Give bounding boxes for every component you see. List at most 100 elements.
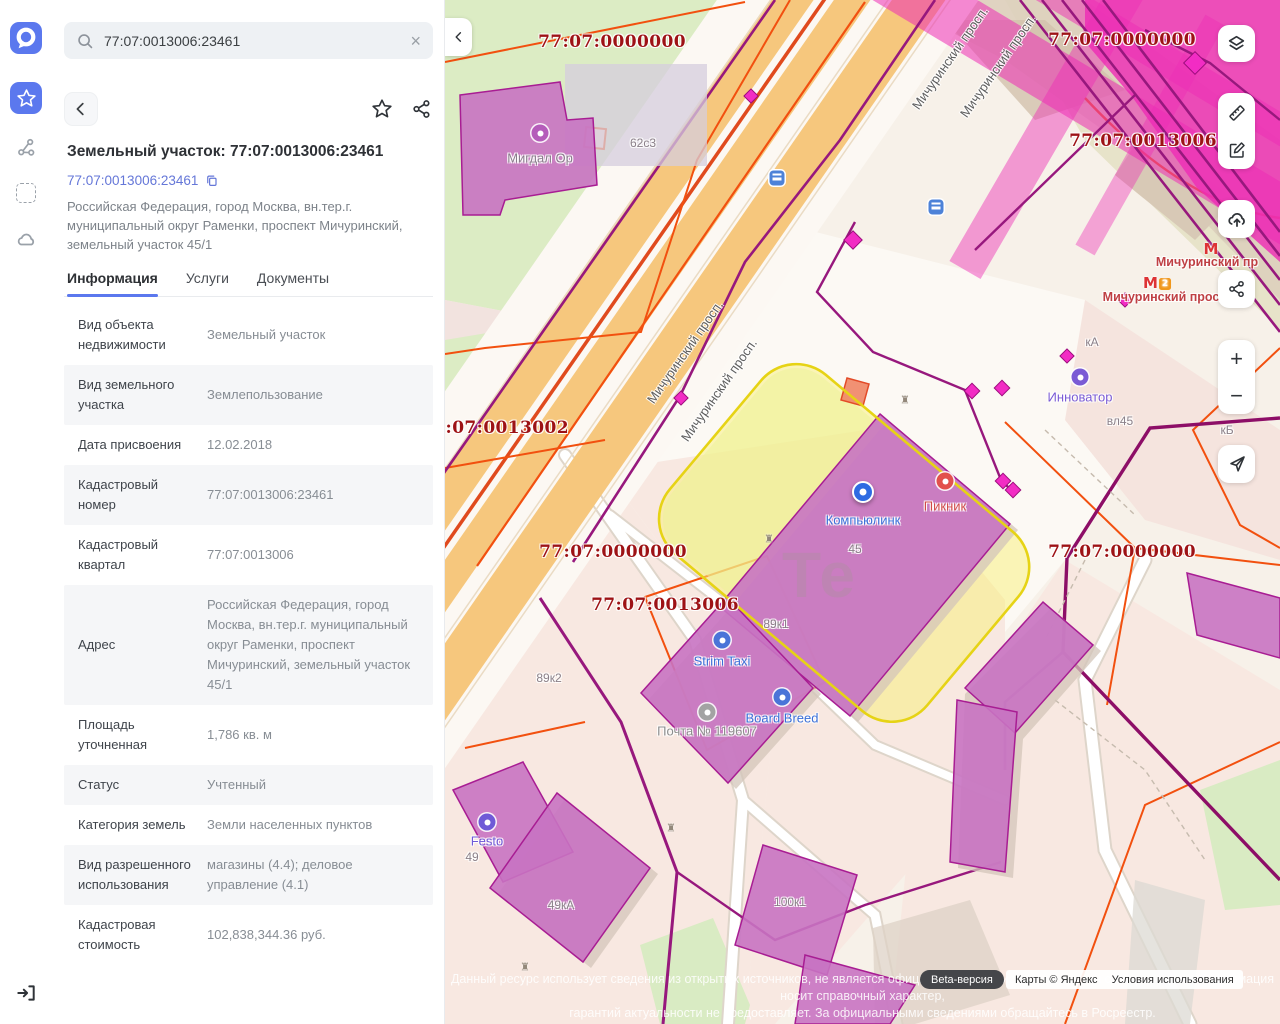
- row-label: Вид объекта недвижимости: [78, 315, 193, 355]
- metro-icon[interactable]: М: [1204, 240, 1219, 258]
- row-value: 12.02.2018: [207, 435, 421, 455]
- map-attribution: Карты © Яндекс Условия использования: [1006, 970, 1243, 989]
- draw-button[interactable]: [1218, 131, 1255, 168]
- zoom-in-button[interactable]: +: [1218, 340, 1255, 377]
- poi-icon[interactable]: [714, 632, 731, 649]
- exit-icon: [15, 982, 37, 1004]
- sidebar-item-area-select[interactable]: [13, 180, 39, 206]
- row-value: 77:07:0013006: [207, 545, 421, 565]
- terms-of-use-link[interactable]: Условия использования: [1112, 974, 1234, 986]
- map-graphics: [445, 0, 1280, 1024]
- cadastral-number-link[interactable]: 77:07:0013006:23461: [64, 173, 433, 188]
- map-copyright: Карты © Яндекс: [1015, 974, 1098, 986]
- page-title: Земельный участок: 77:07:0013006:23461: [64, 143, 433, 161]
- zoom-out-button[interactable]: −: [1218, 377, 1255, 414]
- row-label: Площадь уточненная: [78, 715, 193, 755]
- plus-icon: +: [1230, 348, 1243, 370]
- poi-icon[interactable]: [774, 689, 791, 706]
- search-icon: [76, 32, 94, 50]
- row-label: Статус: [78, 775, 193, 795]
- map-canvas[interactable]: 77:07:000000077:07:000000077:07:00130067…: [445, 0, 1280, 1024]
- row-value: Землепользование: [207, 385, 421, 405]
- exit-button[interactable]: [11, 978, 41, 1008]
- measure-button[interactable]: [1218, 94, 1255, 131]
- selected-poi-pin-icon[interactable]: [852, 481, 874, 503]
- left-icon-rail: [0, 0, 52, 1024]
- sidebar-item-favorites[interactable]: [10, 82, 42, 114]
- table-row: Кадастровый номер 77:07:0013006:23461: [64, 465, 433, 525]
- row-label: Кадастровый квартал: [78, 535, 193, 575]
- row-value: магазины (4.4); деловое управление (4.1): [207, 855, 421, 895]
- map-share-button[interactable]: [1218, 270, 1255, 308]
- object-address: Российская Федерация, город Москва, вн.т…: [64, 197, 416, 254]
- poi-icon[interactable]: [532, 125, 549, 142]
- poi-icon[interactable]: [699, 704, 716, 721]
- chevron-left-icon: [72, 100, 90, 118]
- back-button[interactable]: [64, 92, 98, 126]
- detail-tabs: Информация Услуги Документы: [64, 270, 433, 297]
- star-icon: [18, 90, 35, 106]
- chevron-left-icon: [452, 30, 466, 44]
- info-table: Вид объекта недвижимости Земельный участо…: [64, 305, 433, 965]
- row-value: Учтенный: [207, 775, 421, 795]
- table-row: Категория земель Земли населенных пунктов: [64, 805, 433, 845]
- row-label: Вид земельного участка: [78, 375, 193, 415]
- graph-share-icon: [16, 137, 37, 158]
- collapse-panel-button[interactable]: [445, 18, 472, 56]
- app-window: 77:07:0013006:23461 × Земельный участок:…: [0, 0, 1280, 1024]
- table-row: Дата присвоения 12.02.2018: [64, 425, 433, 465]
- row-label: Категория земель: [78, 815, 193, 835]
- table-row: Статус Учтенный: [64, 765, 433, 805]
- detail-panel: 77:07:0013006:23461 × Земельный участок:…: [52, 0, 445, 1024]
- area-select-icon: [16, 183, 36, 203]
- cloud-icon: [15, 228, 37, 250]
- edit-icon: [1227, 140, 1247, 160]
- layers-button[interactable]: [1218, 25, 1255, 62]
- poi-icon[interactable]: [937, 473, 954, 490]
- sidebar-item-graph[interactable]: [13, 134, 39, 160]
- locate-button[interactable]: [1218, 445, 1255, 483]
- app-logo-icon[interactable]: [10, 22, 42, 54]
- search-value: 77:07:0013006:23461: [104, 33, 410, 49]
- cadastral-number-text: 77:07:0013006:23461: [67, 173, 198, 188]
- table-row: Кадастровый квартал 77:07:0013006: [64, 525, 433, 585]
- row-value: Земли населенных пунктов: [207, 815, 421, 835]
- table-row: Вид объекта недвижимости Земельный участо…: [64, 305, 433, 365]
- bus-stop-icon[interactable]: [929, 200, 944, 215]
- upload-button[interactable]: [1218, 200, 1255, 238]
- sidebar-item-cloud[interactable]: [13, 226, 39, 252]
- minus-icon: −: [1230, 385, 1243, 407]
- tab-services[interactable]: Услуги: [186, 270, 229, 296]
- table-row: Вид разрешенного использования магазины (…: [64, 845, 433, 905]
- row-label: Вид разрешенного использования: [78, 855, 193, 895]
- copy-icon[interactable]: [204, 173, 219, 188]
- metro-icon[interactable]: М2: [1143, 274, 1171, 292]
- cloud-upload-icon: [1226, 208, 1248, 230]
- navigation-arrow-icon: [1227, 454, 1247, 474]
- row-value: Российская Федерация, город Москва, вн.т…: [207, 595, 421, 695]
- clear-search-icon[interactable]: ×: [410, 32, 421, 50]
- detail-toolbar: [64, 92, 433, 126]
- layers-icon: [1226, 33, 1247, 54]
- row-label: Дата присвоения: [78, 435, 193, 455]
- tools-group: [1218, 93, 1255, 169]
- row-label: Кадастровый номер: [78, 475, 193, 515]
- row-value: Земельный участок: [207, 325, 421, 345]
- tab-information[interactable]: Информация: [67, 270, 158, 296]
- favorite-button[interactable]: [371, 98, 393, 120]
- beta-badge: Beta-версия: [920, 970, 1004, 989]
- search-input[interactable]: 77:07:0013006:23461 ×: [64, 22, 433, 59]
- table-row: Кадастровая стоимость102,838,344.36 руб.: [64, 905, 433, 965]
- zoom-control: + −: [1218, 340, 1255, 414]
- row-value: 77:07:0013006:23461: [207, 485, 421, 505]
- metro-line-badge: 2: [1159, 278, 1171, 290]
- table-row: Вид земельного участка Землепользование: [64, 365, 433, 425]
- bus-stop-icon[interactable]: [770, 171, 785, 186]
- tab-documents[interactable]: Документы: [257, 270, 329, 296]
- row-value: 102,838,344.36 руб.: [207, 925, 421, 945]
- poi-icon[interactable]: [1072, 369, 1089, 386]
- ruler-icon: [1227, 103, 1247, 123]
- share-button[interactable]: [411, 98, 433, 120]
- poi-icon[interactable]: [479, 814, 496, 831]
- table-row: АдресРоссийская Федерация, город Москва,…: [64, 585, 433, 705]
